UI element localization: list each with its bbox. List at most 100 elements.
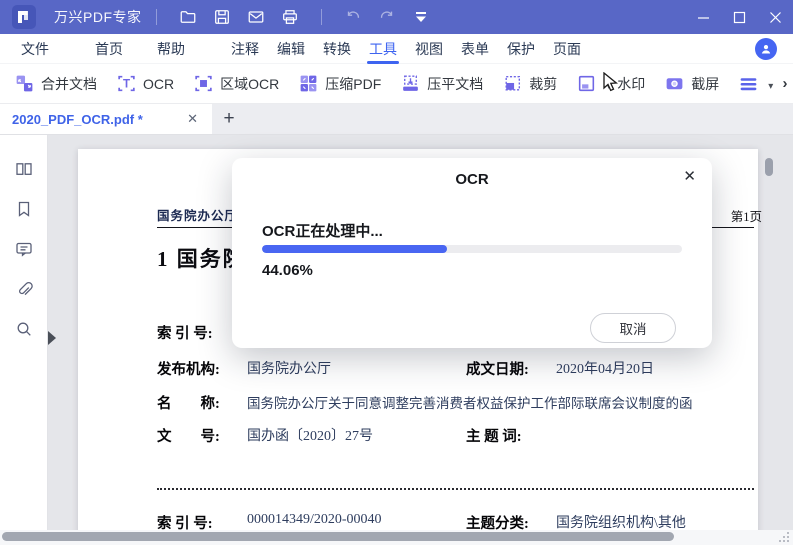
tool-label: 裁剪 (529, 75, 558, 92)
tool-label: 水印 (617, 75, 646, 92)
mouse-cursor-icon (603, 72, 619, 92)
menu-tools[interactable]: 工具 (360, 34, 406, 64)
print-icon (281, 8, 299, 26)
merge-icon (14, 73, 35, 94)
crop-icon (502, 73, 523, 94)
tool-label: 截屏 (691, 75, 720, 92)
toolbar-overflow-chevron[interactable]: › (777, 64, 793, 103)
close-window-button[interactable] (757, 0, 793, 34)
tabbar: 2020_PDF_OCR.pdf * ✕ + (0, 104, 793, 135)
menu-help[interactable]: 帮助 (148, 34, 194, 64)
print-button[interactable] (277, 4, 303, 30)
new-tab-button[interactable]: + (212, 104, 246, 134)
customize-toolbar-icon (413, 9, 429, 25)
tool-label: 压平文档 (427, 75, 484, 92)
screenshot-icon (664, 73, 685, 94)
ocr-status-text: OCR正在处理中... (262, 223, 383, 240)
tool-label: OCR (143, 75, 175, 92)
cancel-button[interactable]: 取消 (590, 313, 676, 343)
compress-pdf-icon (298, 73, 319, 94)
ocr-button[interactable]: T OCR (116, 73, 174, 94)
watermark-icon (576, 73, 597, 94)
document-tab[interactable]: 2020_PDF_OCR.pdf * ✕ (0, 104, 212, 134)
menu-comment[interactable]: 注释 (222, 34, 268, 64)
ocr-progress-percent: 44.06% (262, 262, 313, 279)
save-icon (213, 8, 231, 26)
menu-home[interactable]: 首页 (86, 34, 132, 64)
doc-field-label: 发布机构: (157, 362, 220, 378)
doc-field-label: 名 称: (157, 396, 220, 412)
open-file-button[interactable] (175, 4, 201, 30)
maximize-button[interactable] (721, 0, 757, 34)
crop-button[interactable]: 裁剪 (502, 73, 557, 94)
window-controls (685, 0, 793, 34)
ocr-icon: T (116, 73, 137, 94)
email-button[interactable] (243, 4, 269, 30)
screenshot-button[interactable]: 截屏 (664, 73, 719, 94)
dialog-close-icon[interactable]: ✕ (683, 169, 696, 184)
email-icon (247, 8, 265, 26)
tool-label: 压缩PDF (325, 75, 382, 92)
doc-field-value: 000014349/2020-00040 (247, 512, 382, 527)
left-sidebar (0, 135, 48, 545)
sidebar-expand-handle[interactable] (48, 331, 56, 345)
user-avatar[interactable] (755, 37, 777, 60)
search-panel-button[interactable] (14, 319, 34, 339)
undo-icon (344, 8, 362, 26)
ocr-dialog: OCR ✕ OCR正在处理中... 44.06% 取消 (232, 158, 712, 348)
folder-icon (179, 8, 197, 26)
doc-field-value: 国务院组织机构\其他 (556, 516, 686, 531)
menu-convert[interactable]: 转换 (314, 34, 360, 64)
menu-form[interactable]: 表单 (452, 34, 498, 64)
undo-button[interactable] (340, 4, 366, 30)
horizontal-scrollbar-thumb[interactable] (2, 532, 674, 541)
comments-panel-button[interactable] (14, 239, 34, 259)
doc-field-label: 索 引 号: (157, 326, 213, 342)
compress-pdf-button[interactable]: 压缩PDF (298, 73, 381, 94)
horizontal-scrollbar-track (0, 530, 793, 545)
app-logo-icon (12, 5, 36, 29)
doc-page-number: 第1页 (730, 210, 762, 224)
app-window: 万兴PDF专家 文件 首页 帮助 注释 编辑 转换 工具 视图 表单 保护 页面… (0, 0, 793, 545)
dialog-title: OCR (455, 171, 489, 188)
ocr-progress-bar (262, 245, 682, 253)
merge-docs-button[interactable]: 合并文档 (14, 73, 97, 94)
titlebar: 万兴PDF专家 (0, 0, 793, 34)
doc-field-value: 国务院办公厅关于同意调整完善消费者权益保护工作部际联席会议制度的函 (247, 396, 693, 411)
menu-edit[interactable]: 编辑 (268, 34, 314, 64)
bookmarks-panel-button[interactable] (14, 199, 34, 219)
doc-field-label: 文 号: (157, 429, 220, 445)
doc-field-value: 2020年04月20日 (556, 362, 654, 377)
flatten-doc-button[interactable]: 压平文档 (400, 73, 483, 94)
titlebar-divider (320, 9, 322, 25)
customize-toolbar-button[interactable] (408, 4, 434, 30)
tool-label: 合并文档 (41, 75, 97, 92)
redo-icon (378, 8, 396, 26)
resize-grip-icon[interactable] (779, 532, 789, 542)
thumbnails-panel-button[interactable] (14, 159, 34, 179)
menu-protect[interactable]: 保护 (498, 34, 544, 64)
chevron-down-icon[interactable]: ▾ (768, 81, 773, 92)
more-icon (738, 73, 759, 94)
vertical-scrollbar-thumb[interactable] (765, 158, 773, 176)
minimize-button[interactable] (685, 0, 721, 34)
toolbar: 合并文档 T OCR 区域OCR 压缩PDF 压平文档 裁剪 ▾ 水印 (0, 64, 793, 104)
redo-button[interactable] (374, 4, 400, 30)
titlebar-divider (155, 9, 157, 25)
doc-dotted-divider (157, 488, 754, 490)
attachments-panel-button[interactable] (14, 279, 34, 299)
doc-field-value: 国务院办公厅 (247, 362, 331, 377)
menu-page[interactable]: 页面 (544, 34, 590, 64)
flatten-icon (400, 73, 421, 94)
save-button[interactable] (209, 4, 235, 30)
tab-close-icon[interactable]: ✕ (185, 111, 200, 127)
menu-view[interactable]: 视图 (406, 34, 452, 64)
menu-file[interactable]: 文件 (12, 34, 58, 64)
area-ocr-button[interactable]: 区域OCR (193, 73, 279, 94)
tab-label: 2020_PDF_OCR.pdf * (12, 111, 143, 127)
svg-text:T: T (123, 79, 130, 91)
app-title: 万兴PDF专家 (54, 9, 142, 25)
doc-field-value: 国办函〔2020〕27号 (247, 429, 373, 444)
doc-field-label: 主 题 词: (466, 429, 522, 445)
menubar: 文件 首页 帮助 注释 编辑 转换 工具 视图 表单 保护 页面 (0, 34, 793, 64)
